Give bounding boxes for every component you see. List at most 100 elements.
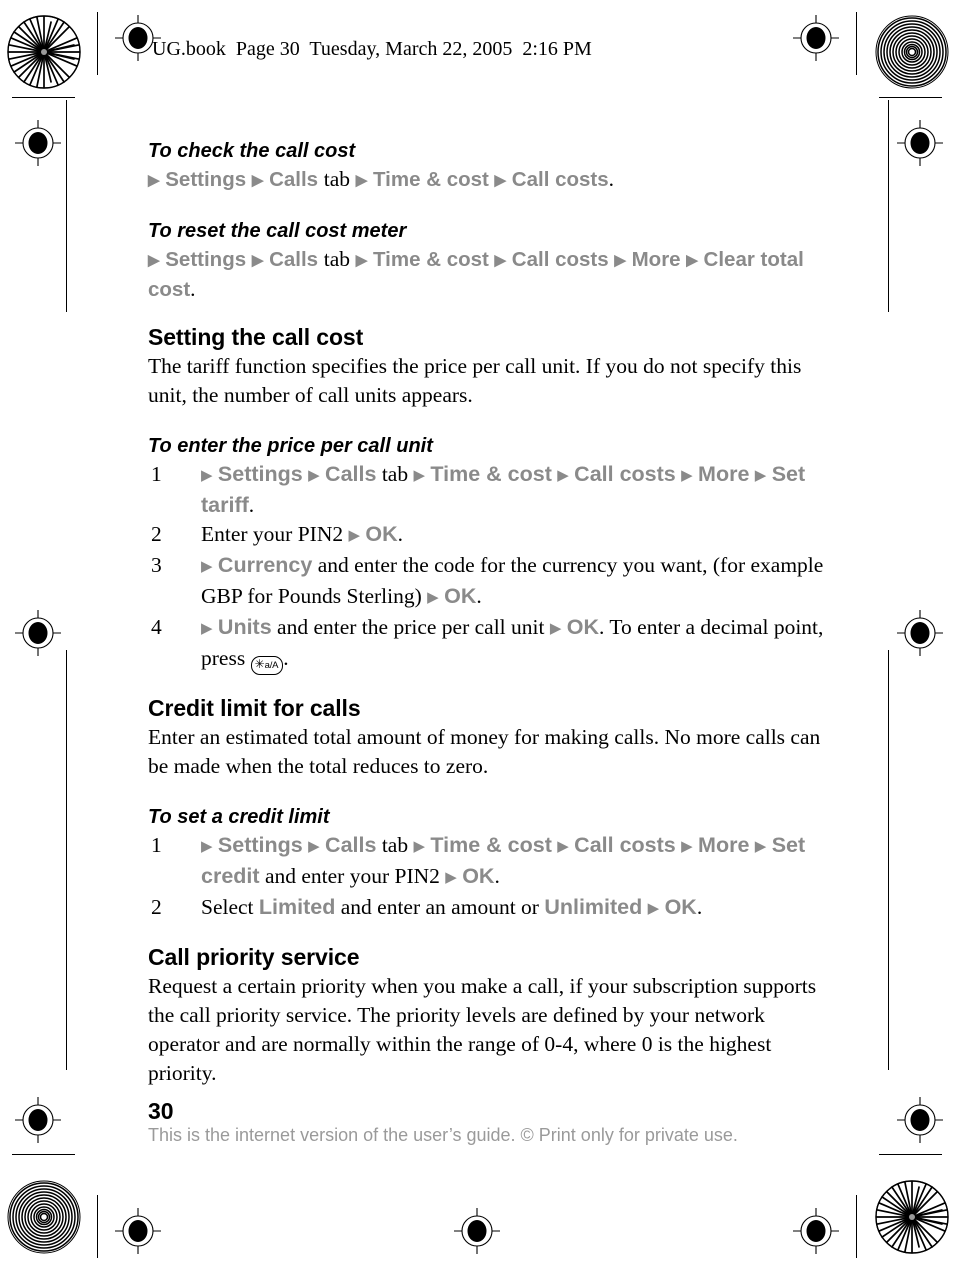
list-item: 2 Select Limited and enter an amount or … <box>148 893 828 924</box>
period: . <box>494 864 500 888</box>
trim-line-left-long-lower <box>66 650 67 1070</box>
menu-item-call-costs[interactable]: Call costs <box>512 248 609 271</box>
menu-item-settings[interactable]: Settings <box>218 462 303 486</box>
menu-item-calls[interactable]: Calls <box>325 462 376 486</box>
arrow-icon: ▶ <box>348 528 361 544</box>
menu-item-unlimited[interactable]: Unlimited <box>544 895 642 919</box>
step-text: and enter the price per call unit <box>271 615 550 639</box>
menu-item-calls[interactable]: Calls <box>325 833 376 857</box>
trim-line-right-long-lower <box>888 650 889 1070</box>
arrow-icon: ▶ <box>308 468 320 484</box>
arrow-icon: ▶ <box>754 839 767 855</box>
arrow-icon: ▶ <box>201 468 213 484</box>
registration-mark-bottom-center <box>454 1208 500 1254</box>
tab-word: tab <box>381 462 409 486</box>
concentric-ring-target-bottom-left <box>7 1180 81 1254</box>
arrow-icon: ▶ <box>355 252 368 269</box>
registration-mark-top-right <box>793 15 839 61</box>
trim-line-right-vertical <box>856 12 857 75</box>
arrow-icon: ▶ <box>647 901 660 917</box>
menu-item-settings[interactable]: Settings <box>218 833 303 857</box>
menu-item-call-costs[interactable]: Call costs <box>574 462 676 486</box>
tab-word: tab <box>323 247 351 271</box>
arrow-icon: ▶ <box>251 252 264 269</box>
period: . <box>608 167 615 191</box>
menu-item-settings[interactable]: Settings <box>165 168 246 191</box>
tab-word: tab <box>381 833 409 857</box>
menu-item-ok[interactable]: OK <box>567 615 599 639</box>
menu-item-ok[interactable]: OK <box>462 864 494 888</box>
trim-line-right-long <box>888 100 889 312</box>
arrow-icon: ▶ <box>445 870 457 886</box>
arrow-icon: ▶ <box>355 172 368 189</box>
arrow-icon: ▶ <box>686 252 698 269</box>
menu-path-reset-call-cost-meter: ▶ Settings ▶ Calls tab ▶ Time & cost ▶ C… <box>148 245 828 304</box>
menu-item-time-and-cost[interactable]: Time & cost <box>430 833 551 857</box>
arrow-icon: ▶ <box>557 839 569 855</box>
heading-setting-the-call-cost: Setting the call cost <box>148 324 364 350</box>
step-number: 2 <box>151 522 162 546</box>
starburst-target-top-left <box>7 15 81 89</box>
arrow-icon: ▶ <box>494 172 507 189</box>
arrow-icon: ▶ <box>427 590 439 606</box>
page-number: 30 <box>148 1098 174 1124</box>
menu-item-ok[interactable]: OK <box>365 522 397 546</box>
arrow-icon: ▶ <box>681 468 693 484</box>
star-key-glyph: ✳a/A <box>250 656 284 675</box>
step-text-2: and enter an amount or <box>335 895 545 919</box>
period: . <box>476 584 482 608</box>
menu-item-call-costs[interactable]: Call costs <box>512 168 609 191</box>
arrow-icon: ▶ <box>549 621 562 637</box>
registration-mark-bottom-left <box>115 1208 161 1254</box>
arrow-icon: ▶ <box>148 172 160 189</box>
arrow-icon: ▶ <box>201 839 213 855</box>
list-item: 3 ▶ Currency and enter the code for the … <box>148 551 828 613</box>
heading-credit-limit-for-calls: Credit limit for calls <box>148 695 361 721</box>
document-header-bar: UG.book Page 30 Tuesday, March 22, 2005 … <box>152 38 592 60</box>
menu-item-time-and-cost[interactable]: Time & cost <box>373 248 489 271</box>
arrow-icon: ▶ <box>201 559 213 575</box>
menu-item-more[interactable]: More <box>698 833 749 857</box>
registration-mark-upper-right-edge <box>897 120 943 166</box>
arrow-icon: ▶ <box>754 468 767 484</box>
menu-item-settings[interactable]: Settings <box>165 248 246 271</box>
menu-item-units[interactable]: Units <box>218 615 272 639</box>
arrow-icon: ▶ <box>557 468 569 484</box>
arrow-icon: ▶ <box>251 172 264 189</box>
paragraph-setting-the-call-cost: The tariff function specifies the price … <box>148 354 802 407</box>
trim-line-top-right-horizontal <box>879 97 942 98</box>
menu-item-ok[interactable]: OK <box>444 584 476 608</box>
list-item: 1 ▶ Settings ▶ Calls tab ▶ Time & cost ▶… <box>148 460 828 520</box>
asterisk-icon: ✳ <box>254 657 265 671</box>
step-number: 1 <box>151 833 162 857</box>
menu-item-calls[interactable]: Calls <box>269 168 318 191</box>
arrow-icon: ▶ <box>494 252 507 269</box>
arrow-icon: ▶ <box>148 252 160 269</box>
menu-item-limited[interactable]: Limited <box>259 895 335 919</box>
period: . <box>397 522 404 546</box>
step-text: Select <box>201 895 259 919</box>
menu-item-more[interactable]: More <box>698 462 749 486</box>
menu-item-currency[interactable]: Currency <box>218 553 312 577</box>
registration-mark-middle-right-edge <box>897 610 943 656</box>
registration-mark-bottom-right <box>793 1208 839 1254</box>
trim-line-left-vertical <box>97 12 98 75</box>
menu-item-calls[interactable]: Calls <box>269 248 318 271</box>
menu-item-more[interactable]: More <box>632 248 681 271</box>
trim-line-bottom-right-horizontal <box>879 1154 942 1155</box>
period: . <box>283 646 289 670</box>
menu-item-time-and-cost[interactable]: Time & cost <box>373 168 489 191</box>
subheading-set-a-credit-limit: To set a credit limit <box>148 806 330 828</box>
trim-line-bottom-left-vertical <box>97 1195 98 1258</box>
menu-item-call-costs[interactable]: Call costs <box>574 833 676 857</box>
paragraph-call-priority-service: Request a certain priority when you make… <box>148 974 817 1085</box>
menu-item-ok[interactable]: OK <box>665 895 697 919</box>
period: . <box>248 493 255 517</box>
menu-item-time-and-cost[interactable]: Time & cost <box>430 462 551 486</box>
step-text: and enter your PIN2 <box>259 864 446 888</box>
